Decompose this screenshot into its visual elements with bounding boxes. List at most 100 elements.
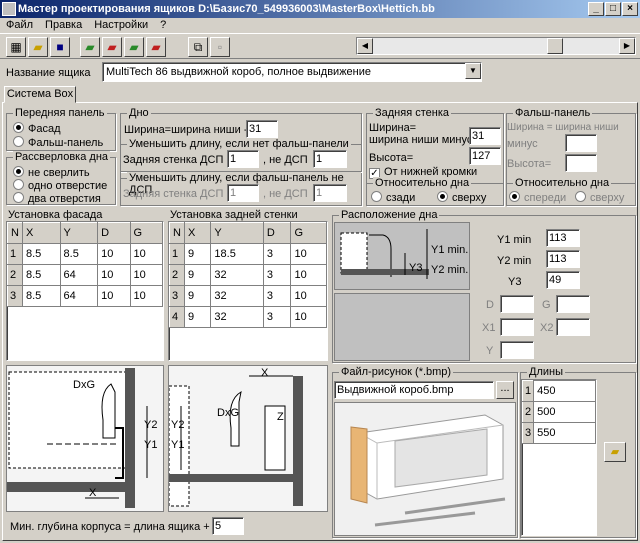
back-wall-width-input[interactable]: 31 [469,127,501,145]
y2-min-label: Y2 min [497,255,532,267]
table-row[interactable]: 3 9 32 3 10 [169,285,327,307]
y1-min-input[interactable]: 113 [546,229,580,247]
menu-help[interactable]: ? [160,19,166,31]
col-x[interactable]: X [183,222,212,244]
facade-y1-label: Y1 [144,439,157,451]
d-input[interactable] [500,295,534,313]
radio-no-drill[interactable]: не сверлить [13,166,90,179]
g-input[interactable] [556,295,590,313]
col-n[interactable]: N [7,222,23,244]
y2-min-input[interactable]: 113 [546,250,580,268]
facade-mount-table[interactable]: NXYDG 1 8.5 8.5 10 10 2 8.5 64 10 10 3 8.5 64 10 10 [6,221,164,361]
chevron-down-icon[interactable]: ▼ [465,63,481,79]
table-row[interactable]: 2 8.5 64 10 10 [7,264,163,286]
radio-one-hole[interactable]: одно отверстие [13,179,107,192]
lengths-table[interactable]: 1 450 2 500 3 550 [521,379,597,536]
bottom-position-svg: Y1 min. Y2 min. Y3 [335,223,469,289]
table-row[interactable]: 1 9 18.5 3 10 [169,243,327,265]
reduce2-input-a[interactable]: 1 [227,184,259,202]
table-row[interactable]: 3 8.5 64 10 10 [7,285,163,307]
false-panel-relative-group: Относительно дна спереди сверху [506,177,636,206]
menu-edit[interactable]: Правка [45,19,82,31]
export-red-icon[interactable]: ▰ [146,37,166,57]
backwall-mount-table[interactable]: NXYDG 1 9 18.5 3 10 2 9 32 3 10 3 9 32 3 10 4 9 32 3 10 [168,221,328,361]
table-row[interactable]: 4 9 32 3 10 [169,306,327,328]
table-row[interactable]: 1 8.5 8.5 10 10 [7,243,163,265]
import-red-icon[interactable]: ▰ [102,37,122,57]
col-x[interactable]: X [21,222,61,244]
radio-facade[interactable]: Фасад [13,122,61,135]
box-name-select[interactable]: MultiTech 86 выдвижной короб, полное выд… [102,62,482,82]
back-wall-height-input[interactable]: 127 [469,147,501,165]
window-title: Мастер проектирования ящиков D:\Базис70_… [18,3,435,15]
radio-top[interactable]: сверху [575,191,624,204]
back-wall-title: Задняя стенка [373,107,452,119]
min-depth-input[interactable]: 5 [212,517,244,535]
radio-above[interactable]: сверху [437,191,486,204]
col-n[interactable]: N [169,222,185,244]
back-wall-width-label-1: Ширина= [369,122,417,134]
table-row[interactable]: 2 500 [522,401,596,423]
maximize-button[interactable]: □ [605,2,621,16]
x1-input[interactable] [500,318,534,336]
table-row[interactable]: 2 9 32 3 10 [169,264,327,286]
false-panel-relative-title: Относительно дна [513,177,612,189]
reduce1-input-a[interactable]: 1 [227,150,259,168]
menu-settings[interactable]: Настройки [94,19,148,31]
col-y[interactable]: Y [59,222,99,244]
col-g[interactable]: G [129,222,163,244]
radio-behind[interactable]: сзади [371,191,415,204]
g-label: G [542,299,551,311]
false-panel-title: Фальш-панель [513,107,593,119]
new-icon[interactable]: ▦ [6,37,26,57]
menu-file[interactable]: Файл [6,19,33,31]
copy-icon[interactable]: ⧉ [188,37,208,57]
col-g[interactable]: G [290,222,327,244]
y3-input[interactable]: 49 [546,271,580,289]
radio-front[interactable]: спереди [509,191,566,204]
false-panel-width-input[interactable] [565,134,597,152]
col-d[interactable]: D [262,222,292,244]
import-icon[interactable]: ▰ [80,37,100,57]
reduce1-input-b[interactable]: 1 [313,150,347,168]
image-file-title: Файл-рисунок (*.bmp) [339,366,454,378]
y-label: Y [486,345,494,357]
col-y[interactable]: Y [210,222,264,244]
open-folder-icon[interactable]: ▰ [28,37,48,57]
export-icon[interactable]: ▰ [124,37,144,57]
browse-button[interactable]: ... [496,381,514,399]
back-wall-height-label: Высота= [369,152,414,164]
close-button[interactable]: × [622,2,638,16]
table-row[interactable]: 1 450 [522,380,596,402]
reduce-no-false-panel-group: Уменьшить длину, если нет фальш-панели З… [120,138,362,172]
scroll-left-icon[interactable]: ◀ [357,38,373,54]
y-input[interactable] [500,341,534,359]
lengths-title: Длины [527,366,565,378]
drawer-picture [335,403,515,535]
table-row[interactable]: 3 550 [522,422,596,444]
false-panel-minus-label: минус [507,138,538,150]
open-folder-icon[interactable]: ▰ [604,442,626,462]
col-d[interactable]: D [97,222,131,244]
save-icon[interactable]: ■ [50,37,70,57]
x2-input[interactable] [556,318,590,336]
scroll-thumb[interactable] [547,38,563,54]
diagram-y2-label: Y2 min. [431,264,468,276]
menu-bar: Файл Правка Настройки? [0,18,640,33]
image-file-input[interactable]: Выдвижной короб.bmp [334,381,494,399]
bottom-width-input[interactable]: 31 [246,120,278,138]
paste-icon[interactable]: ▫ [210,37,230,57]
radio-false-panel[interactable]: Фальш-панель [13,136,103,149]
box-name-label: Название ящика [6,67,91,79]
facade-mount-title: Установка фасада [8,209,103,221]
radio-two-holes[interactable]: два отверстия [13,192,101,205]
minimize-button[interactable]: _ [588,2,604,16]
drilling-diagram [334,293,470,361]
reduce2-input-b[interactable]: 1 [313,184,347,202]
scroll-slider[interactable]: ◀ ▶ [356,37,636,55]
scroll-right-icon[interactable]: ▶ [619,38,635,54]
tab-system-box[interactable]: Система Box [4,86,76,103]
false-panel-height-input[interactable] [565,154,597,172]
back-dxg-label: DxG [217,407,239,419]
reduce2-label-b: , не ДСП [263,188,308,200]
